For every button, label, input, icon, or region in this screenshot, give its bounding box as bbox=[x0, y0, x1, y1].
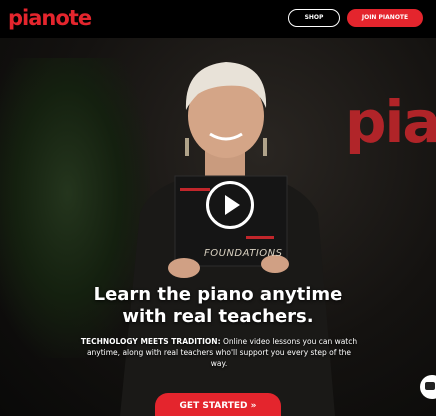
page: pianote SHOP JOIN PIANOTE pia FOUNDATION… bbox=[0, 0, 436, 416]
play-video-button[interactable] bbox=[206, 181, 254, 229]
get-started-button[interactable]: GET STARTED » bbox=[155, 393, 281, 416]
logo[interactable]: pianote bbox=[8, 6, 92, 30]
hero-subtext: TECHNOLOGY MEETS TRADITION: Online video… bbox=[78, 336, 360, 369]
join-pianote-button[interactable]: JOIN PIANOTE bbox=[347, 9, 423, 27]
subtext-bold: TECHNOLOGY MEETS TRADITION: bbox=[80, 337, 221, 346]
shop-button[interactable]: SHOP bbox=[288, 9, 340, 27]
headline-line-1: Learn the piano anytime bbox=[93, 284, 343, 305]
header: pianote SHOP JOIN PIANOTE bbox=[0, 0, 436, 38]
chat-icon bbox=[425, 382, 435, 390]
book-title: FOUNDATIONS bbox=[204, 248, 283, 259]
hero-section: pia FOUNDATIONS Learn the piano anytime … bbox=[0, 38, 436, 416]
hero-headline: Learn the piano anytime with real teache… bbox=[60, 284, 376, 328]
play-icon bbox=[225, 195, 240, 215]
headline-line-2: with real teachers. bbox=[122, 306, 314, 327]
